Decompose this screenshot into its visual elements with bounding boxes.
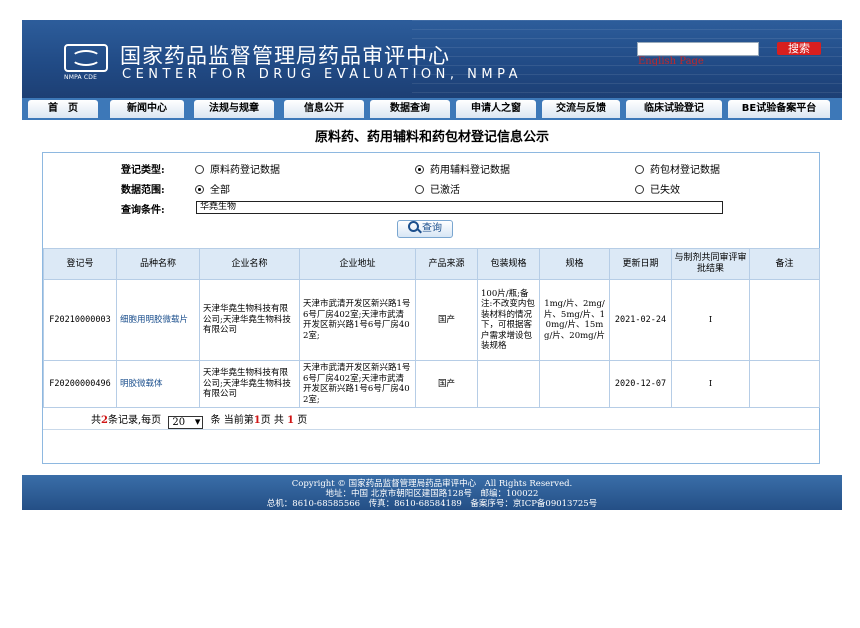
site-search-input[interactable] [637, 42, 759, 56]
column-header: 企业名称 [199, 248, 300, 280]
radio-label: 原料药登记数据 [210, 165, 280, 176]
site-header: NMPA CDE 国家药品监督管理局药品审评中心 CENTER FOR DRUG… [22, 20, 842, 98]
radio-icon [635, 165, 644, 174]
cell-name[interactable]: 明胶微载体 [116, 360, 200, 408]
query-condition-label: 查询条件: [121, 205, 165, 216]
page-size-select[interactable]: 20 [168, 416, 204, 429]
cell-address: 天津市武清开发区新兴路1号6号厂房402室;天津市武清开发区新兴路1号6号厂房4… [299, 360, 416, 408]
nav-tab-clinical-trials[interactable]: 临床试验登记 [626, 100, 722, 118]
radio-label: 已激活 [430, 185, 460, 196]
pager-text: 条 当前第 [210, 415, 254, 426]
cell-name[interactable]: 细胞用明胶微载片 [116, 279, 200, 361]
radio-icon [415, 185, 424, 194]
column-header: 企业地址 [299, 248, 416, 280]
table-row[interactable]: F20210000003 细胞用明胶微载片 天津华堯生物科技有限公司;天津华堯生… [43, 279, 820, 361]
page-title: 原料药、药用辅料和药包材登记信息公示 [314, 130, 549, 145]
radio-type-api[interactable]: 原料药登记数据 [195, 161, 280, 176]
cell-package: 100片/瓶;备注:不改变内包装材料的情况下，可根据客户需求增设包装规格 [477, 279, 540, 361]
footer-copyright: Copyright © 国家药品监督管理局药品审评中心 All Rights R… [291, 479, 573, 489]
column-header: 与制剂共同审评审批结果 [671, 248, 750, 280]
site-footer: Copyright © 国家药品监督管理局药品审评中心 All Rights R… [22, 475, 842, 510]
cell-note [749, 279, 820, 361]
pagination: 共2条记录,每页 20 条 当前第1页 共 1 页 [91, 411, 307, 429]
current-page: 1 [253, 415, 261, 426]
nav-tab-data-query[interactable]: 数据查询 [370, 100, 450, 118]
cell-date: 2020-12-07 [609, 360, 672, 408]
total-pages: 1 [287, 415, 295, 426]
radio-range-all[interactable]: 全部 [195, 181, 230, 196]
cell-address: 天津市武清开发区新兴路1号6号厂房402室;天津市武清开发区新兴路1号6号厂房4… [299, 279, 416, 361]
page-frame: NMPA CDE 国家药品监督管理局药品审评中心 CENTER FOR DRUG… [22, 20, 842, 510]
column-header: 包装规格 [477, 248, 540, 280]
table-header-row: 登记号 品种名称 企业名称 企业地址 产品来源 包装规格 规格 更新日期 与制剂… [43, 248, 820, 280]
radio-type-packaging[interactable]: 药包材登记数据 [635, 161, 720, 176]
data-range-label: 数据范围: [121, 185, 165, 196]
footer-address: 地址：中国 北京市朝阳区建国路128号 邮编：100022 [325, 489, 539, 499]
radio-label: 已失效 [650, 185, 680, 196]
nmpa-emblem-icon [64, 44, 108, 72]
radio-type-excipient[interactable]: 药用辅料登记数据 [415, 161, 510, 176]
radio-label: 药包材登记数据 [650, 165, 720, 176]
cell-result: I [671, 360, 750, 408]
radio-selected-icon [195, 185, 204, 194]
nav-tab-feedback[interactable]: 交流与反馈 [542, 100, 620, 118]
radio-range-expired[interactable]: 已失效 [635, 181, 680, 196]
cell-spec: 1mg/片、2mg/片、5mg/片、10mg/片、15mg/片、20mg/片 [539, 279, 610, 361]
english-page-link[interactable]: English Page [638, 56, 704, 67]
footer-contact: 总机：8610-68585566 传真：8610-68584189 备案序号：京… [266, 499, 598, 509]
cell-reg-no: F20200000496 [43, 360, 117, 408]
pager-text: 共 [91, 415, 101, 426]
cell-note [749, 360, 820, 408]
registration-type-label: 登记类型: [121, 165, 165, 176]
site-logo[interactable]: NMPA CDE [64, 44, 108, 82]
cell-package [477, 360, 540, 408]
pager-text: 页 [297, 415, 308, 426]
nav-tab-be-platform[interactable]: BE试验备案平台 [728, 100, 830, 118]
nav-tab-home[interactable]: 首 页 [28, 100, 98, 118]
results-table: 登记号 品种名称 企业名称 企业地址 产品来源 包装规格 规格 更新日期 与制剂… [43, 248, 820, 408]
radio-icon [195, 165, 204, 174]
radio-label: 药用辅料登记数据 [430, 165, 510, 176]
radio-range-active[interactable]: 已激活 [415, 181, 460, 196]
column-header: 备注 [749, 248, 820, 280]
site-title: 国家药品监督管理局药品审评中心 [120, 44, 450, 68]
column-header: 规格 [539, 248, 610, 280]
cell-company: 天津华堯生物科技有限公司;天津华堯生物科技有限公司 [199, 279, 300, 361]
main-nav: 首 页 新闻中心 法规与规章 信息公开 数据查询 申请人之窗 交流与反馈 临床试… [22, 98, 842, 120]
pager-text: 页 共 [260, 415, 284, 426]
radio-label: 全部 [210, 185, 230, 196]
nav-tab-news[interactable]: 新闻中心 [110, 100, 184, 118]
cell-spec [539, 360, 610, 408]
query-button[interactable]: 查询 [397, 220, 453, 238]
main-content: 原料药、药用辅料和药包材登记信息公示 登记类型: 原料药登记数据 药用辅料登记数… [22, 120, 842, 475]
column-header: 更新日期 [609, 248, 672, 280]
nav-tab-applicant[interactable]: 申请人之窗 [456, 100, 536, 118]
column-header: 产品来源 [415, 248, 478, 280]
cell-source: 国产 [415, 360, 478, 408]
cell-company: 天津华堯生物科技有限公司;天津华堯生物科技有限公司 [199, 360, 300, 408]
query-panel: 登记类型: 原料药登记数据 药用辅料登记数据 药包材登记数据 数据范围: 全部 … [42, 152, 820, 464]
radio-selected-icon [415, 165, 424, 174]
header-decoration [412, 20, 842, 98]
radio-icon [635, 185, 644, 194]
cell-date: 2021-02-24 [609, 279, 672, 361]
nav-tab-regulations[interactable]: 法规与规章 [194, 100, 274, 118]
site-subtitle: CENTER FOR DRUG EVALUATION, NMPA [122, 67, 522, 82]
cell-result: I [671, 279, 750, 361]
total-records: 2 [101, 415, 108, 426]
query-input[interactable]: 华堯生物 [196, 201, 723, 214]
column-header: 品种名称 [116, 248, 200, 280]
table-row[interactable]: F20200000496 明胶微载体 天津华堯生物科技有限公司;天津华堯生物科技… [43, 360, 820, 408]
nav-tab-disclosure[interactable]: 信息公开 [284, 100, 364, 118]
divider [43, 429, 819, 430]
logo-caption: NMPA CDE [64, 74, 98, 81]
cell-source: 国产 [415, 279, 478, 361]
pager-text: 条记录,每页 [107, 415, 162, 426]
cell-reg-no: F20210000003 [43, 279, 117, 361]
column-header: 登记号 [43, 248, 117, 280]
magnifier-icon [408, 221, 419, 232]
site-search-button[interactable]: 搜索 [777, 42, 821, 55]
query-button-label: 查询 [422, 223, 442, 234]
